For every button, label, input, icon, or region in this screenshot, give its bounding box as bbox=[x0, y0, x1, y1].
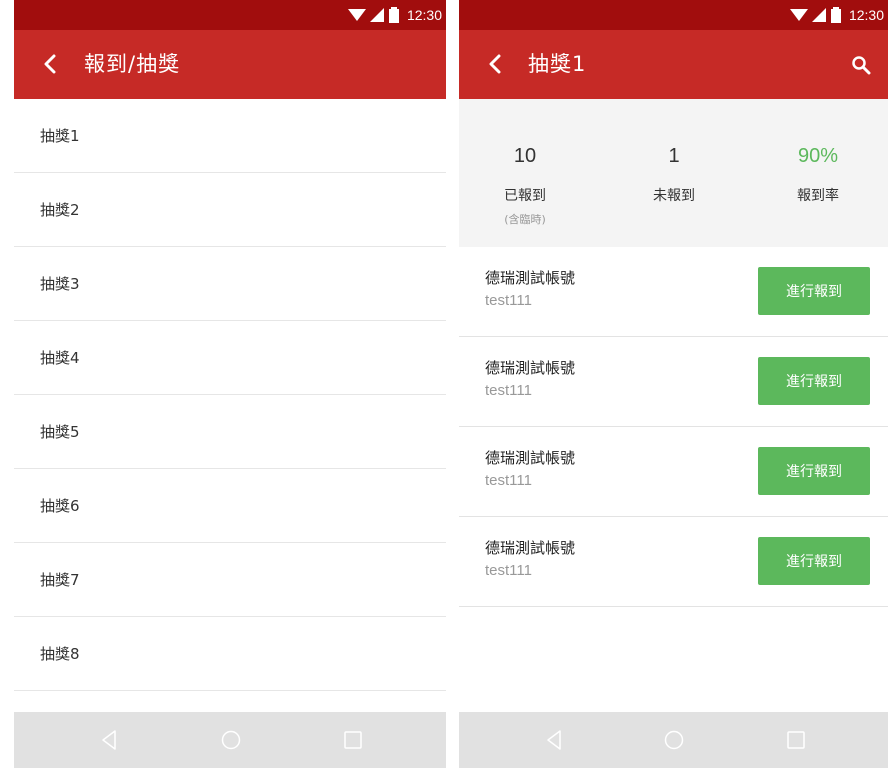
list-item-label: 抽獎2 bbox=[40, 201, 80, 219]
status-time: 12:30 bbox=[848, 7, 884, 23]
back-button[interactable] bbox=[36, 50, 64, 78]
checkin-button[interactable]: 進行報到 bbox=[758, 537, 870, 585]
app-bar: 報到/抽獎 bbox=[14, 30, 446, 99]
list-item-label: 抽獎4 bbox=[40, 349, 80, 367]
status-bar: 12:30 bbox=[459, 0, 888, 30]
list-item-lottery-5[interactable]: 抽獎5 bbox=[14, 395, 446, 469]
attendee-account: test111 bbox=[485, 472, 532, 489]
wifi-icon bbox=[789, 9, 808, 21]
checkin-button[interactable]: 進行報到 bbox=[758, 447, 870, 495]
list-item-label: 抽獎5 bbox=[40, 423, 80, 441]
checkin-button[interactable]: 進行報到 bbox=[758, 267, 870, 315]
nav-recent-icon[interactable] bbox=[342, 729, 364, 751]
attendee-row: 德瑞測試帳號 test111 進行報到 bbox=[459, 427, 888, 517]
checkin-screen: 12:30 抽獎1 10 已報到 (含臨時) 1 未報到 90% 報到率 德瑞測… bbox=[459, 0, 888, 768]
list-item-lottery-4[interactable]: 抽獎4 bbox=[14, 321, 446, 395]
list-item-lottery-1[interactable]: 抽獎1 bbox=[14, 99, 446, 173]
attendee-name: 德瑞測試帳號 bbox=[485, 359, 576, 377]
system-nav-bar bbox=[14, 712, 446, 768]
search-button[interactable] bbox=[848, 52, 874, 78]
app-bar: 抽獎1 bbox=[459, 30, 888, 99]
signal-icon bbox=[811, 8, 826, 22]
nav-home-icon[interactable] bbox=[220, 729, 242, 751]
page-title: 抽獎1 bbox=[528, 52, 587, 76]
attendee-account: test111 bbox=[485, 562, 532, 579]
status-time: 12:30 bbox=[406, 7, 442, 23]
stat-checked-in-note: (含臨時) bbox=[504, 213, 546, 226]
attendee-list: 德瑞測試帳號 test111 進行報到 德瑞測試帳號 test111 進行報到 … bbox=[459, 247, 888, 607]
list-item-label: 抽獎3 bbox=[40, 275, 80, 293]
lottery-list: 抽獎1 抽獎2 抽獎3 抽獎4 抽獎5 抽獎6 抽獎7 抽獎8 bbox=[14, 99, 446, 691]
list-item-lottery-8[interactable]: 抽獎8 bbox=[14, 617, 446, 691]
list-item-label: 抽獎1 bbox=[40, 127, 80, 145]
attendee-name: 德瑞測試帳號 bbox=[485, 449, 576, 467]
attendee-name: 德瑞測試帳號 bbox=[485, 269, 576, 287]
stat-rate-value: 90% bbox=[797, 145, 839, 167]
stat-checked-in-label: 已報到 bbox=[504, 188, 546, 204]
lottery-list-screen: 12:30 報到/抽獎 抽獎1 抽獎2 抽獎3 抽獎4 抽獎5 抽獎6 抽獎7 … bbox=[14, 0, 446, 768]
stat-not-checked-in-value: 1 bbox=[668, 145, 680, 167]
nav-recent-icon[interactable] bbox=[785, 729, 807, 751]
attendee-row: 德瑞測試帳號 test111 進行報到 bbox=[459, 517, 888, 607]
list-item-lottery-7[interactable]: 抽獎7 bbox=[14, 543, 446, 617]
back-chevron-icon bbox=[44, 54, 56, 74]
nav-back-icon[interactable] bbox=[543, 729, 565, 751]
page-title: 報到/抽獎 bbox=[84, 52, 181, 76]
list-item-label: 抽獎8 bbox=[40, 645, 80, 663]
attendee-name: 德瑞測試帳號 bbox=[485, 539, 576, 557]
attendee-row: 德瑞測試帳號 test111 進行報到 bbox=[459, 337, 888, 427]
status-bar: 12:30 bbox=[14, 0, 446, 30]
battery-icon bbox=[830, 7, 841, 23]
battery-icon bbox=[388, 7, 399, 23]
checkin-button[interactable]: 進行報到 bbox=[758, 357, 870, 405]
stat-rate-label: 報到率 bbox=[797, 188, 839, 204]
attendee-row: 德瑞測試帳號 test111 進行報到 bbox=[459, 247, 888, 337]
search-icon bbox=[852, 56, 871, 75]
list-item-lottery-3[interactable]: 抽獎3 bbox=[14, 247, 446, 321]
list-item-lottery-6[interactable]: 抽獎6 bbox=[14, 469, 446, 543]
signal-icon bbox=[369, 8, 384, 22]
system-nav-bar bbox=[459, 712, 888, 768]
list-item-label: 抽獎7 bbox=[40, 571, 80, 589]
list-item-lottery-2[interactable]: 抽獎2 bbox=[14, 173, 446, 247]
back-button[interactable] bbox=[481, 50, 509, 78]
checkin-stats-panel: 10 已報到 (含臨時) 1 未報到 90% 報到率 bbox=[459, 99, 888, 247]
stat-checked-in-value: 10 bbox=[513, 145, 537, 167]
list-item-label: 抽獎6 bbox=[40, 497, 80, 515]
nav-back-icon[interactable] bbox=[98, 729, 120, 751]
wifi-icon bbox=[347, 9, 366, 21]
back-chevron-icon bbox=[489, 54, 501, 74]
attendee-account: test111 bbox=[485, 382, 532, 399]
stat-not-checked-in-label: 未報到 bbox=[653, 188, 695, 204]
attendee-account: test111 bbox=[485, 292, 532, 309]
nav-home-icon[interactable] bbox=[663, 729, 685, 751]
